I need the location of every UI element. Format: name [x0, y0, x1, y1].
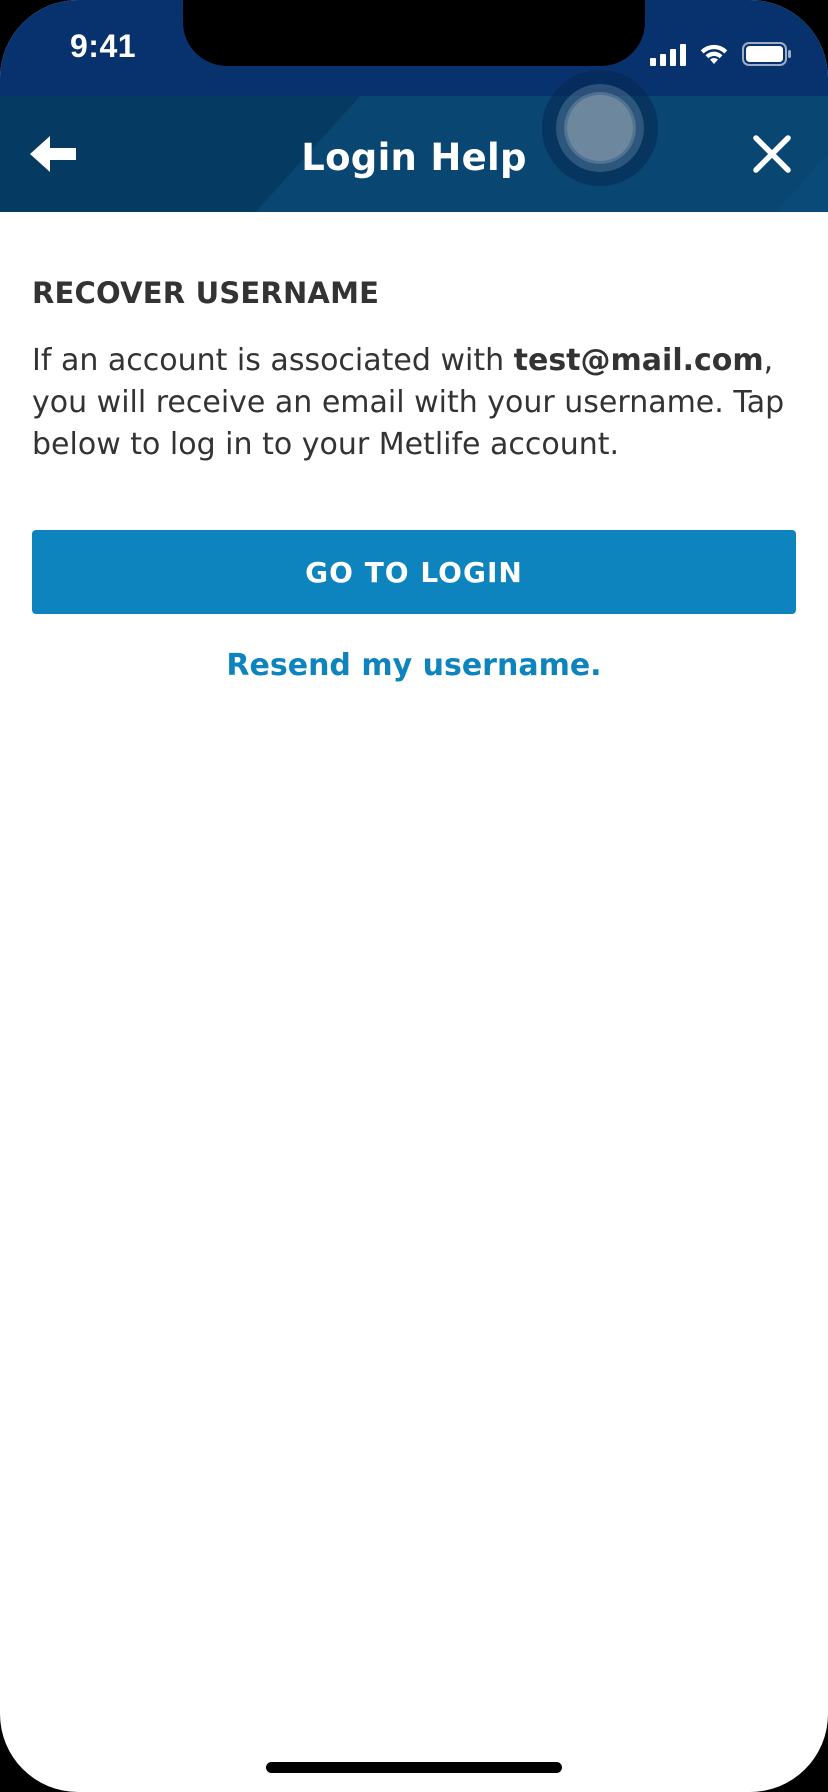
go-to-login-label: GO TO LOGIN	[305, 555, 523, 589]
section-heading: RECOVER USERNAME	[32, 276, 380, 310]
header-decoration	[255, 96, 828, 212]
app-header: Login Help	[0, 96, 828, 212]
status-icons	[650, 36, 792, 66]
battery-icon	[742, 42, 792, 66]
device-notch	[183, 0, 645, 66]
main-content: RECOVER USERNAME If an account is associ…	[32, 212, 796, 683]
signal-icon	[650, 44, 686, 66]
touch-indicator	[542, 70, 658, 186]
phone-screen: 9:41 Login Help RECOVER USERNAME If an a…	[0, 0, 828, 1792]
recovery-message: If an account is associated with test@ma…	[32, 340, 796, 466]
resend-username-link[interactable]: Resend my username.	[32, 648, 796, 683]
touch-indicator-dot	[567, 95, 633, 161]
arrow-left-icon	[30, 136, 76, 172]
back-button[interactable]	[24, 126, 88, 182]
status-time: 9:41	[70, 28, 137, 64]
wifi-icon	[698, 42, 730, 66]
go-to-login-button[interactable]: GO TO LOGIN	[32, 530, 796, 614]
email-address: test@mail.com	[513, 343, 764, 378]
home-indicator[interactable]	[266, 1762, 562, 1773]
message-prefix: If an account is associated with	[32, 343, 514, 378]
close-button[interactable]	[744, 126, 800, 182]
close-icon	[753, 135, 791, 173]
status-bar: 9:41	[0, 0, 828, 96]
